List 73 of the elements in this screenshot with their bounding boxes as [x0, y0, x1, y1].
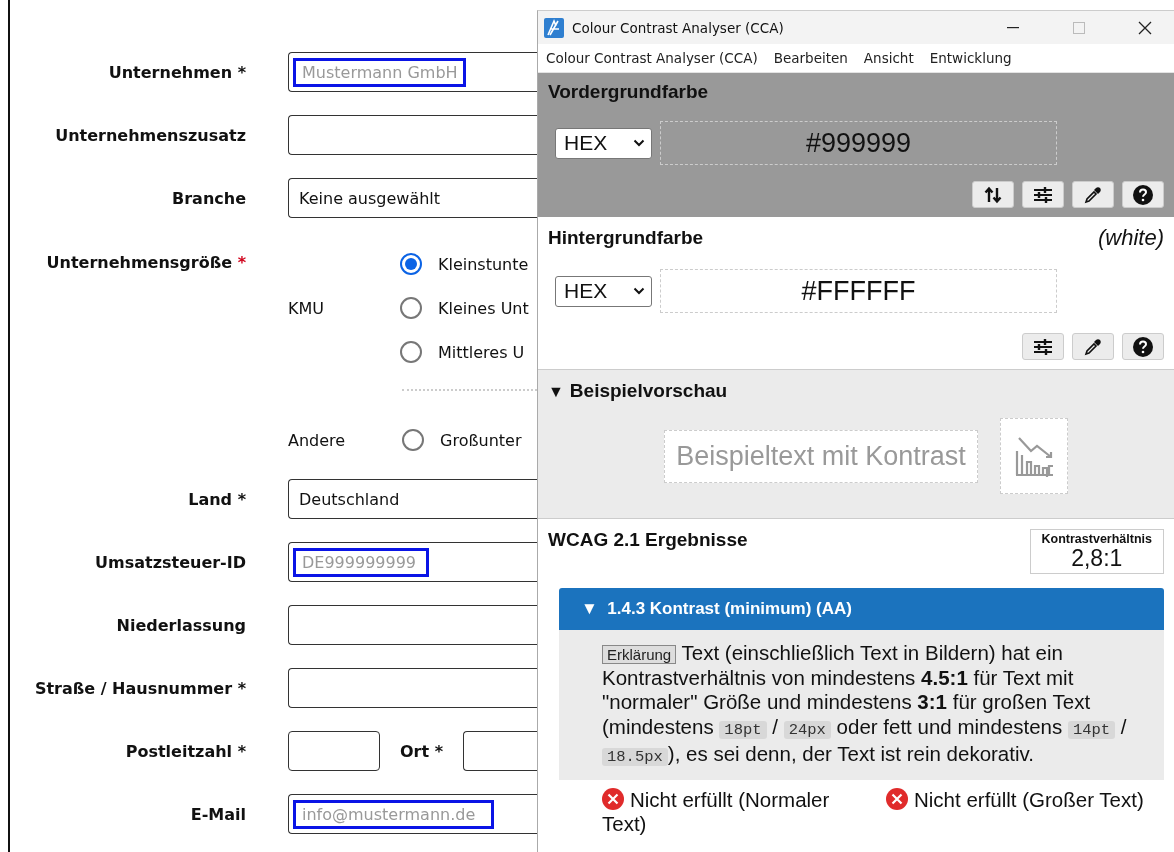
radio-button[interactable] [400, 253, 422, 275]
field-label: Niederlassung [116, 615, 246, 635]
ratio-value: 2,8:1 [1071, 546, 1123, 572]
menu-item[interactable]: Entwicklung [929, 50, 1012, 66]
field-label: Umsatzsteuer-ID [95, 552, 246, 572]
criterion-header[interactable]: ▼ 1.4.3 Kontrast (minimum) (AA) [559, 588, 1164, 631]
maximize-icon [1073, 21, 1085, 34]
field-label: Unternehmensgröße * [46, 253, 246, 272]
result-text: Nicht erfüllt (Großer Text) [886, 787, 1164, 836]
radio-button[interactable] [400, 297, 422, 319]
tool-button[interactable] [1122, 333, 1164, 360]
help-icon [1133, 184, 1153, 205]
field-label: Unternehmenszusatz [55, 125, 246, 145]
input-field[interactable]: DE999999999 [288, 542, 537, 582]
input-field[interactable]: Deutschland [288, 479, 537, 519]
group-label: Andere [288, 430, 347, 450]
sample-text: Beispieltext mit Kontrast [664, 429, 978, 483]
menu-item[interactable]: Ansicht [863, 50, 914, 66]
tool-button[interactable] [1072, 333, 1114, 360]
radio-button[interactable] [402, 429, 424, 451]
field-label: Unternehmen * [108, 62, 246, 82]
input-field[interactable] [288, 605, 537, 645]
ratio-label: Kontrastverhältnis [1041, 532, 1152, 546]
eyedropper-icon [1084, 337, 1102, 356]
result-text: Nicht erfüllt (Normaler Text) [602, 787, 831, 836]
radio-button[interactable] [400, 341, 422, 363]
radio-label: Mittleres U [438, 342, 525, 362]
window-title: Colour Contrast Analyser (CCA) [572, 19, 785, 36]
criterion-description: Erklärung Text (einschließlich Text in Bildern) hat ein Kontrastverhältnis von mindestens 4.5:1 für Text mit "normaler" Größe und mindestens 3:1 für großen Text (mindestens 18pt / 24px oder fett und mindestens 14pt / 18.5px ), es sei denn, der Text ist rein dekorativ. [602, 641, 1128, 769]
input-field[interactable] [288, 115, 537, 155]
section-heading: Vordergrundfarbe [548, 81, 709, 103]
section-heading: WCAG 2.1 Ergebnisse [548, 529, 748, 551]
collapse-toggle[interactable]: ▼ [548, 383, 564, 400]
hex-input[interactable]: #FFFFFF [660, 269, 1057, 313]
field-label: Branche [172, 188, 246, 208]
select-field[interactable]: Keine ausgewählt [288, 178, 537, 218]
field-label: Straße / Hausnummer * [34, 678, 246, 698]
sliders-icon [1033, 185, 1053, 204]
minimize-icon [1007, 26, 1019, 29]
menu-item[interactable]: Colour Contrast Analyser (CCA) [546, 50, 758, 66]
app-logo-icon [544, 17, 564, 38]
swap-arrows-icon [984, 185, 1002, 204]
radio-label: Großunter [440, 430, 522, 450]
field-label: E-Mail [190, 804, 246, 824]
format-dropdown[interactable]: HEX [555, 275, 652, 307]
close-icon [1138, 20, 1152, 35]
tool-button[interactable] [1122, 181, 1164, 208]
field-label: Ort * [400, 741, 444, 761]
field-label: Land * [188, 489, 246, 509]
chevron-down-icon [633, 287, 645, 295]
input-field[interactable] [288, 668, 537, 708]
radio-label: Kleinstunte [438, 254, 529, 274]
input-field[interactable] [288, 731, 380, 771]
color-name: (white) [1098, 225, 1164, 251]
hex-input[interactable]: #999999 [660, 121, 1057, 165]
group-label: KMU [288, 298, 325, 318]
menu-item[interactable]: Bearbeiten [773, 50, 848, 66]
format-dropdown[interactable]: HEX [555, 127, 652, 159]
tool-button[interactable] [972, 181, 1014, 208]
section-heading: Beispielvorschau [569, 380, 728, 401]
input-field[interactable]: info@mustermann.de [288, 794, 537, 834]
field-label: Postleitzahl * [125, 741, 246, 761]
explanation-button[interactable]: Erklärung [602, 645, 677, 665]
chevron-down-icon [633, 139, 645, 147]
help-icon [1133, 336, 1153, 357]
sliders-icon [1033, 337, 1053, 356]
tool-button[interactable] [1022, 181, 1064, 208]
eyedropper-icon [1084, 185, 1102, 204]
section-heading: Hintergrundfarbe [548, 227, 704, 249]
radio-label: Kleines Unt [438, 298, 529, 318]
tool-button[interactable] [1022, 333, 1064, 360]
tool-button[interactable] [1072, 181, 1114, 208]
input-field[interactable]: Mustermann GmbH [288, 52, 537, 92]
